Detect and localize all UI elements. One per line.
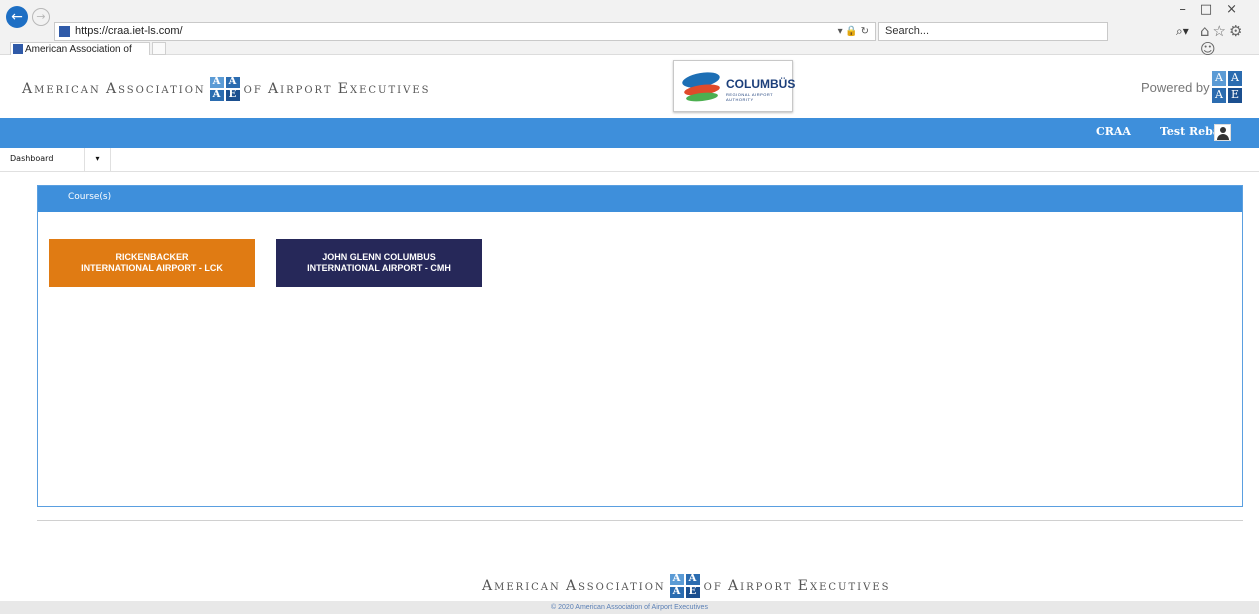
copyright-text: © 2020 American Association of Airport E… (551, 604, 708, 611)
dashboard-menu-item[interactable]: Dashboard (10, 154, 53, 163)
search-dropdown-icon[interactable]: ⌕▾ (1176, 24, 1189, 39)
aaae-emblem-icon: A A A E (209, 76, 240, 101)
course-button-rickenbacker[interactable]: RICKENBACKER INTERNATIONAL AIRPORT - LCK (49, 239, 255, 287)
powered-by-label: Powered by (1141, 80, 1210, 95)
course-line1: JOHN GLENN COLUMBUS (322, 252, 436, 262)
columbus-name: COLUMBÜS (726, 77, 796, 91)
address-url: https://craa.iet-ls.com/ (75, 25, 183, 37)
aaae-footer-wordmark-left: AMERICAN ASSOCIATION (482, 578, 666, 594)
address-bar[interactable]: https://craa.iet-ls.com/ ▾ 🔒 ↻ (54, 22, 876, 41)
browser-chrome: ← → https://craa.iet-ls.com/ ▾ 🔒 ↻ Searc… (0, 0, 1259, 68)
footer-divider (37, 520, 1243, 521)
aaae-footer-logo: AMERICAN ASSOCIATION A A A E OF AIRPORT … (482, 573, 891, 598)
org-label[interactable]: CRAA (1096, 125, 1131, 138)
courses-panel-title: Course(s) (68, 192, 112, 202)
menu-bar: Dashboard ▾ (0, 148, 1259, 172)
user-name[interactable]: Test Reba (1160, 125, 1220, 138)
tab-favicon-icon (13, 44, 23, 54)
columbus-airport-logo[interactable]: COLUMBÜS REGIONAL AIRPORT AUTHORITY (673, 60, 796, 112)
user-avatar-icon[interactable] (1214, 124, 1231, 141)
site-header: AMERICAN ASSOCIATION A A A E OF AIRPORT … (0, 55, 1259, 118)
course-line2: INTERNATIONAL AIRPORT - LCK (81, 263, 223, 273)
aaae-wordmark-left: AMERICAN ASSOCIATION (22, 81, 206, 97)
menu-dropdown-caret-icon[interactable]: ▾ (84, 148, 111, 172)
copyright-footer: © 2020 American Association of Airport E… (0, 601, 1259, 614)
forward-arrow-icon[interactable]: → (32, 8, 50, 26)
new-tab-button[interactable] (152, 42, 166, 55)
window-controls[interactable]: –□× (1179, 2, 1251, 17)
browser-search-placeholder: Search... (885, 25, 930, 37)
browser-search-input[interactable]: Search... (878, 22, 1108, 41)
aaae-powered-logo-icon[interactable]: A A A E (1212, 71, 1242, 103)
aaae-header-logo[interactable]: AMERICAN ASSOCIATION A A A E OF AIRPORT … (22, 76, 431, 101)
top-user-bar: CRAA Test Reba (0, 118, 1259, 148)
site-favicon-icon (59, 26, 70, 37)
aaae-footer-emblem-icon: A A A E (669, 573, 700, 598)
course-line2: INTERNATIONAL AIRPORT - CMH (307, 263, 451, 273)
courses-panel: Course(s) RICKENBACKER INTERNATIONAL AIR… (37, 185, 1243, 507)
course-button-john-glenn[interactable]: JOHN GLENN COLUMBUS INTERNATIONAL AIRPOR… (276, 239, 482, 287)
course-line1: RICKENBACKER (115, 252, 189, 262)
browser-toolbar-icons[interactable]: ⌂☆⚙☺ (1200, 22, 1259, 58)
courses-panel-header: Course(s) (38, 186, 1242, 212)
aaae-wordmark-right: OF AIRPORT EXECUTIVES (243, 81, 431, 97)
columbus-swoosh-icon (681, 69, 722, 105)
columbus-subtitle: REGIONAL AIRPORT AUTHORITY (726, 92, 774, 102)
back-arrow-icon[interactable]: ← (6, 6, 28, 28)
aaae-footer-wordmark-right: OF AIRPORT EXECUTIVES (703, 578, 891, 594)
browser-tab[interactable]: American Association of Ai... × (10, 42, 150, 68)
address-bar-icons[interactable]: ▾ 🔒 ↻ (838, 23, 869, 40)
